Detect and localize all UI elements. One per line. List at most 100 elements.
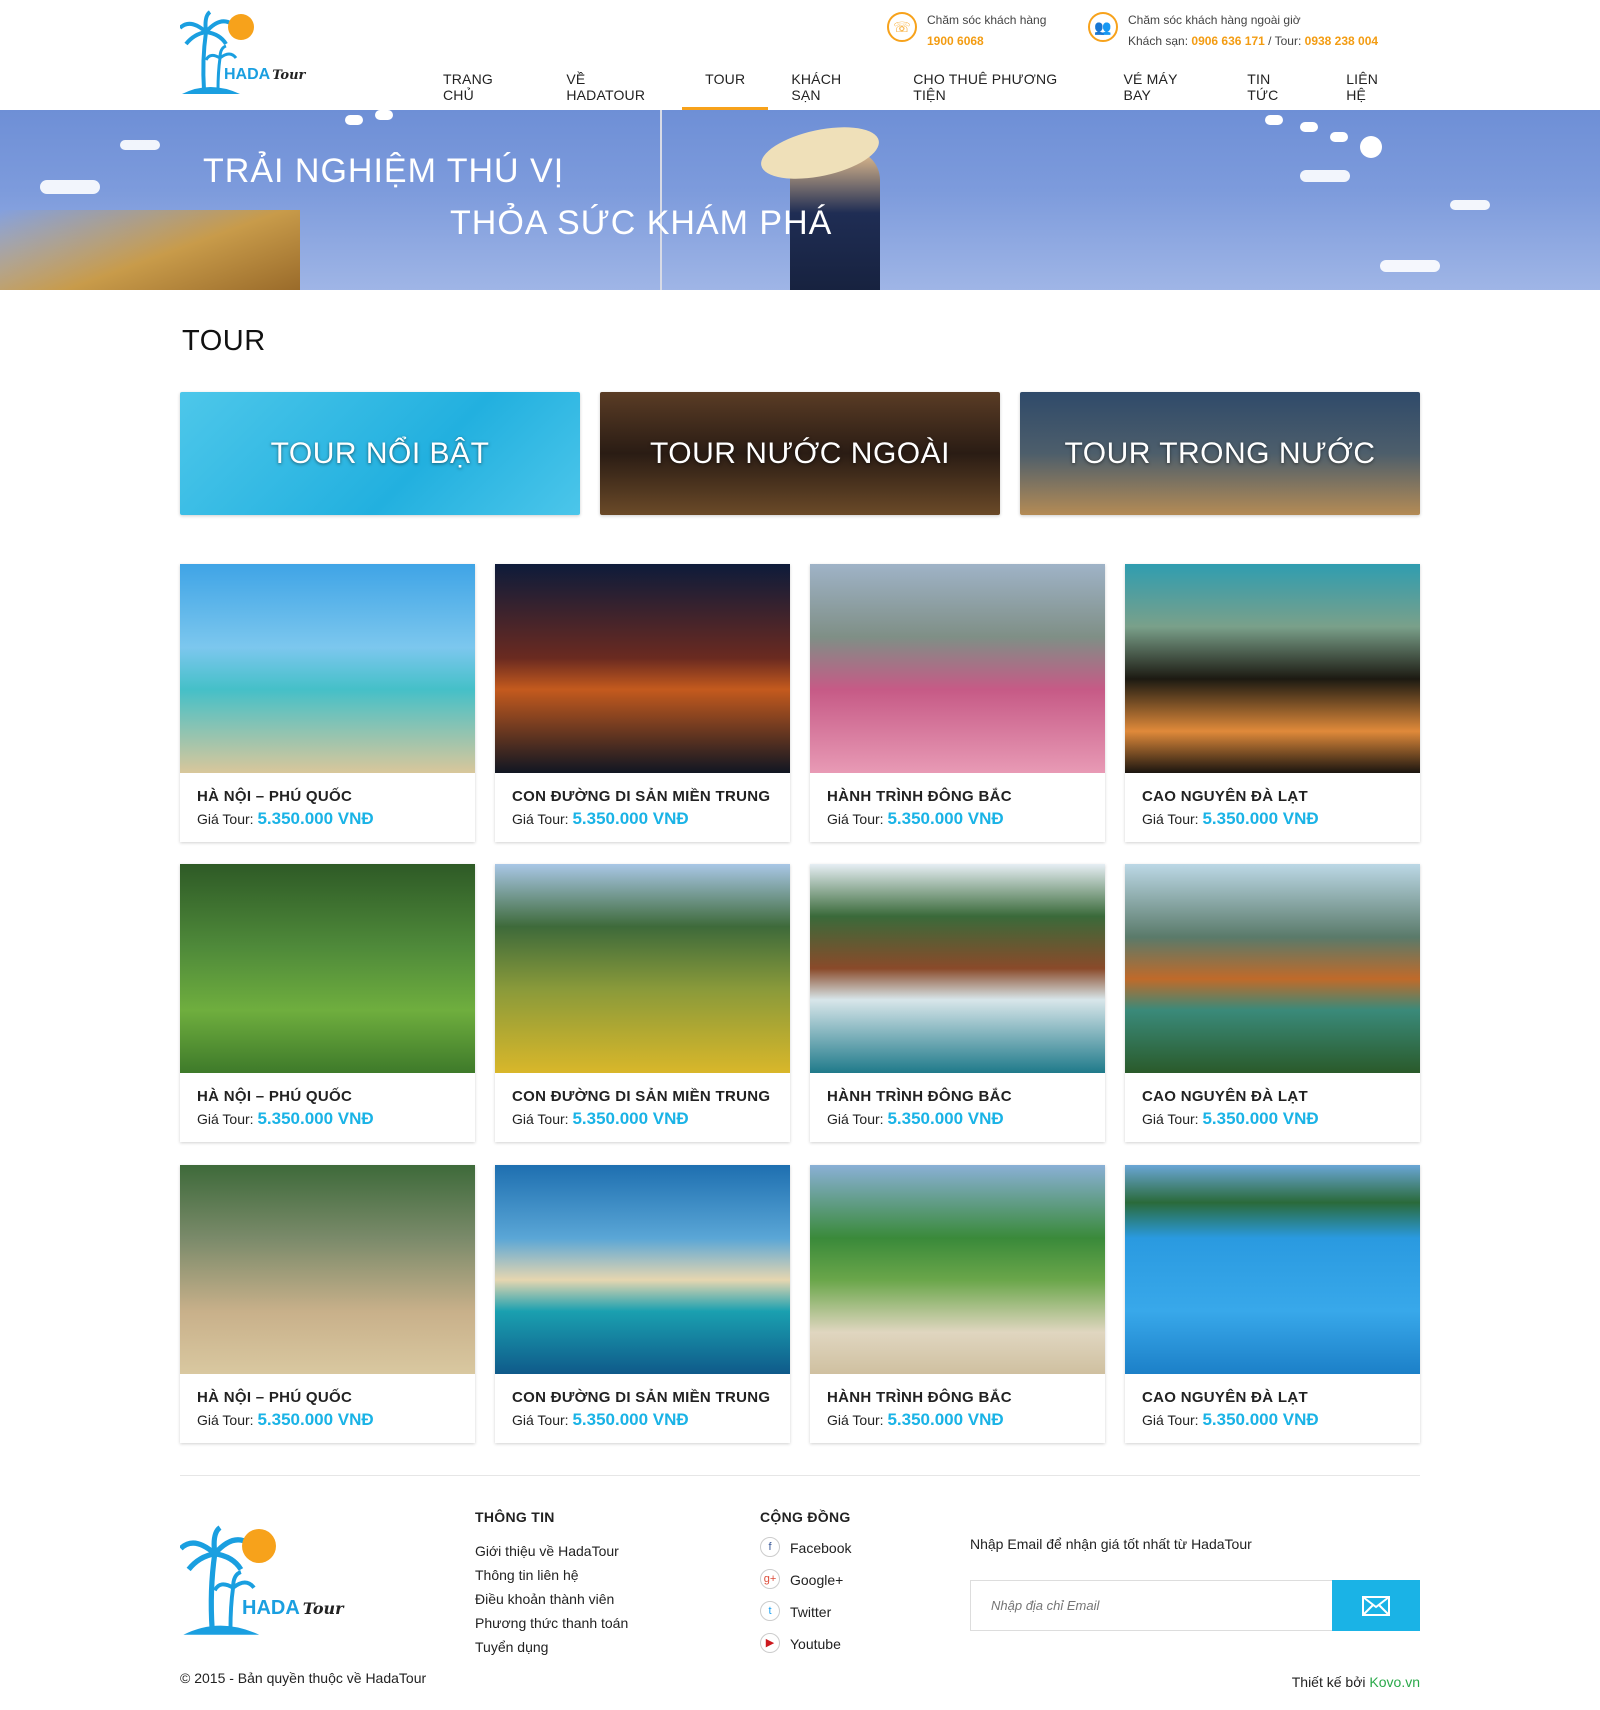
tour-card[interactable]: CON ĐƯỜNG DI SẢN MIỀN TRUNG Giá Tour: 5.… xyxy=(495,1165,790,1443)
footer-link[interactable]: Phương thức thanh toán xyxy=(475,1611,628,1635)
tour-name[interactable]: CAO NGUYÊN ĐÀ LẠT xyxy=(1142,788,1308,805)
tour-card[interactable]: HÀNH TRÌNH ĐÔNG BẮC Giá Tour: 5.350.000 … xyxy=(810,1165,1105,1443)
tour-name[interactable]: HÀNH TRÌNH ĐÔNG BẮC xyxy=(827,788,1012,805)
nav-lien-he[interactable]: LIÊN HỆ xyxy=(1323,62,1420,110)
tour-name[interactable]: CON ĐƯỜNG DI SẢN MIỀN TRUNG xyxy=(512,1088,770,1105)
support-phone[interactable]: 1900 6068 xyxy=(927,31,1046,52)
tour-card[interactable]: CAO NGUYÊN ĐÀ LẠT Giá Tour: 5.350.000 VN… xyxy=(1125,864,1420,1142)
twitter-icon: t xyxy=(760,1601,780,1621)
tour-image[interactable] xyxy=(1125,564,1420,773)
tour-name[interactable]: CAO NGUYÊN ĐÀ LẠT xyxy=(1142,1389,1308,1406)
tour-name[interactable]: HÀ NỘI – PHÚ QUỐC xyxy=(197,1088,352,1105)
nav-ve-hadatour[interactable]: VỀ HADATOUR xyxy=(543,62,682,110)
tour-name[interactable]: CAO NGUYÊN ĐÀ LẠT xyxy=(1142,1088,1308,1105)
nav-tour[interactable]: TOUR xyxy=(682,62,769,110)
tour-card[interactable]: HÀ NỘI – PHÚ QUỐC Giá Tour: 5.350.000 VN… xyxy=(180,564,475,842)
tour-card[interactable]: HÀ NỘI – PHÚ QUỐC Giá Tour: 5.350.000 VN… xyxy=(180,864,475,1142)
footer-community-title: CỘNG ĐỒNG xyxy=(760,1509,851,1525)
tour-card[interactable]: HÀNH TRÌNH ĐÔNG BẮC Giá Tour: 5.350.000 … xyxy=(810,564,1105,842)
banner-flight-path xyxy=(1265,115,1283,125)
banner-flight-path xyxy=(1330,132,1348,142)
nav-ve-may-bay[interactable]: VÉ MÁY BAY xyxy=(1101,62,1225,110)
tour-price: Giá Tour: 5.350.000 VNĐ xyxy=(827,809,1004,828)
banner-cloud xyxy=(1380,260,1440,272)
tour-card[interactable]: HÀ NỘI – PHÚ QUỐC Giá Tour: 5.350.000 VN… xyxy=(180,1165,475,1443)
tour-name[interactable]: HÀNH TRÌNH ĐÔNG BẮC xyxy=(827,1389,1012,1406)
banner-flight-path xyxy=(1360,136,1382,158)
footer-link[interactable]: Thông tin liên hệ xyxy=(475,1563,628,1587)
tour-image[interactable] xyxy=(810,564,1105,773)
nav-tin-tuc[interactable]: TIN TỨC xyxy=(1224,62,1323,110)
tour-image[interactable] xyxy=(180,1165,475,1374)
support-label: Chăm sóc khách hàng xyxy=(927,13,1047,27)
hero-banner: TRẢI NGHIỆM THÚ VỊ THỎA SỨC KHÁM PHÁ xyxy=(0,110,1600,290)
tour-phone[interactable]: 0938 238 004 xyxy=(1305,34,1378,48)
tour-price: Giá Tour: 5.350.000 VNĐ xyxy=(827,1109,1004,1128)
envelope-icon xyxy=(1362,1595,1390,1616)
category-tour-nuoc-ngoai[interactable]: TOUR NƯỚC NGOÀI xyxy=(600,392,1000,515)
tour-price: Giá Tour: 5.350.000 VNĐ xyxy=(827,1410,1004,1429)
tour-image[interactable] xyxy=(180,864,475,1073)
tour-image[interactable] xyxy=(495,564,790,773)
sun-icon xyxy=(228,14,254,40)
nav-khach-san[interactable]: KHÁCH SẠN xyxy=(768,62,890,110)
banner-flight-path xyxy=(1300,122,1318,132)
designed-by: Thiết kế bởi Kovo.vn xyxy=(1291,1674,1420,1690)
tour-card[interactable]: CAO NGUYÊN ĐÀ LẠT Giá Tour: 5.350.000 VN… xyxy=(1125,564,1420,842)
nav-cho-thue-phuong-tien[interactable]: CHO THUÊ PHƯƠNG TIỆN xyxy=(890,62,1100,110)
category-tour-noi-bat[interactable]: TOUR NỔI BẬT xyxy=(180,392,580,515)
footer-link[interactable]: Tuyển dụng xyxy=(475,1635,628,1659)
tour-name[interactable]: HÀ NỘI – PHÚ QUỐC xyxy=(197,1389,352,1406)
phone-icon: ☏ xyxy=(887,12,917,42)
social-twitter[interactable]: t Twitter xyxy=(760,1601,851,1633)
tour-card[interactable]: CAO NGUYÊN ĐÀ LẠT Giá Tour: 5.350.000 VN… xyxy=(1125,1165,1420,1443)
category-label: TOUR NƯỚC NGOÀI xyxy=(650,436,950,470)
tour-image[interactable] xyxy=(810,1165,1105,1374)
footer-divider xyxy=(180,1475,1420,1476)
social-google-plus[interactable]: g+ Google+ xyxy=(760,1569,851,1601)
tour-image[interactable] xyxy=(1125,864,1420,1073)
category-tour-trong-nuoc[interactable]: TOUR TRONG NƯỚC xyxy=(1020,392,1420,515)
footer-social-links: f Facebook g+ Google+ t Twitter ▶ Youtube xyxy=(760,1537,851,1665)
tour-price: Giá Tour: 5.350.000 VNĐ xyxy=(1142,1410,1319,1429)
social-youtube[interactable]: ▶ Youtube xyxy=(760,1633,851,1665)
tour-price: Giá Tour: 5.350.000 VNĐ xyxy=(1142,809,1319,828)
tour-image[interactable] xyxy=(810,864,1105,1073)
tour-image[interactable] xyxy=(495,864,790,1073)
tour-card[interactable]: CON ĐƯỜNG DI SẢN MIỀN TRUNG Giá Tour: 5.… xyxy=(495,864,790,1142)
tour-label: Tour: xyxy=(1274,34,1302,48)
footer-link[interactable]: Điều khoản thành viên xyxy=(475,1587,628,1611)
footer-info-links: Giới thiệu về HadaTour Thông tin liên hệ… xyxy=(475,1539,628,1659)
footer-logo[interactable]: HADA Tour xyxy=(180,1525,355,1640)
newsletter-email-input[interactable] xyxy=(970,1580,1333,1631)
tour-name[interactable]: HÀ NỘI – PHÚ QUỐC xyxy=(197,788,352,805)
tour-image[interactable] xyxy=(1125,1165,1420,1374)
logo-text: HADA Tour xyxy=(224,66,306,83)
copyright: © 2015 - Bản quyền thuộc về HadaTour xyxy=(180,1670,427,1686)
social-facebook[interactable]: f Facebook xyxy=(760,1537,851,1569)
site-logo[interactable]: HADA Tour xyxy=(180,10,315,98)
main-nav: TRANG CHỦ VỀ HADATOUR TOUR KHÁCH SẠN CHO… xyxy=(420,62,1420,110)
users-icon: 👥 xyxy=(1088,12,1118,42)
facebook-icon: f xyxy=(760,1537,780,1557)
nav-trang-chu[interactable]: TRANG CHỦ xyxy=(420,62,543,110)
google-plus-icon: g+ xyxy=(760,1569,780,1589)
banner-pole xyxy=(660,110,662,290)
tour-card[interactable]: CON ĐƯỜNG DI SẢN MIỀN TRUNG Giá Tour: 5.… xyxy=(495,564,790,842)
tour-card[interactable]: HÀNH TRÌNH ĐÔNG BẮC Giá Tour: 5.350.000 … xyxy=(810,864,1105,1142)
designer-link[interactable]: Kovo.vn xyxy=(1369,1674,1420,1690)
footer-link[interactable]: Giới thiệu về HadaTour xyxy=(475,1539,628,1563)
tour-name[interactable]: CON ĐƯỜNG DI SẢN MIỀN TRUNG xyxy=(512,788,770,805)
tour-name[interactable]: CON ĐƯỜNG DI SẢN MIỀN TRUNG xyxy=(512,1389,770,1406)
banner-cloud xyxy=(1450,200,1490,210)
tour-image[interactable] xyxy=(495,1165,790,1374)
banner-cloud xyxy=(1300,170,1350,182)
tour-image[interactable] xyxy=(180,564,475,773)
tour-price: Giá Tour: 5.350.000 VNĐ xyxy=(1142,1109,1319,1128)
tour-name[interactable]: HÀNH TRÌNH ĐÔNG BẮC xyxy=(827,1088,1012,1105)
tour-price: Giá Tour: 5.350.000 VNĐ xyxy=(512,1109,689,1128)
banner-headline-2: THỎA SỨC KHÁM PHÁ xyxy=(450,204,833,242)
footer-logo-text: HADA Tour xyxy=(242,1597,344,1619)
newsletter-submit-button[interactable] xyxy=(1332,1580,1420,1631)
hotel-phone[interactable]: 0906 636 171 xyxy=(1191,34,1264,48)
